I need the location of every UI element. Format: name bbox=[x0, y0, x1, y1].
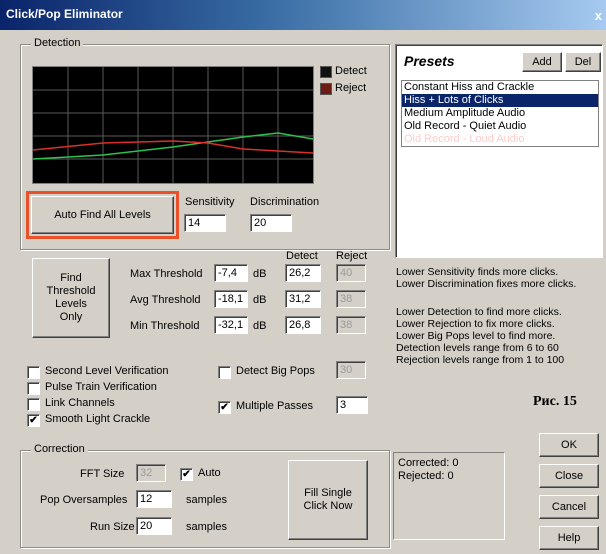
reject-legend-label: Reject bbox=[335, 82, 367, 94]
discrimination-label: Discrimination bbox=[250, 196, 320, 208]
second-level-label: Second Level Verification bbox=[45, 365, 169, 377]
pop-oversamples-input[interactable]: 12 bbox=[136, 490, 172, 508]
link-channels-label: Link Channels bbox=[45, 397, 115, 409]
detect-legend-label: Detect bbox=[335, 65, 367, 77]
add-preset-button[interactable]: Add bbox=[522, 52, 562, 72]
help-line: Lower Discrimination fixes more clicks. bbox=[396, 278, 577, 290]
close-button[interactable]: Close bbox=[539, 464, 599, 488]
sensitivity-label: Sensitivity bbox=[185, 196, 235, 208]
pulse-train-label: Pulse Train Verification bbox=[45, 381, 157, 393]
run-size-label: Run Size bbox=[90, 521, 135, 533]
help-button[interactable]: Help bbox=[539, 526, 599, 550]
min-threshold-label: Min Threshold bbox=[130, 320, 200, 332]
max-threshold-unit: dB bbox=[253, 268, 267, 280]
detection-group-label: Detection bbox=[31, 37, 84, 49]
preset-item[interactable]: Constant Hiss and Crackle bbox=[402, 81, 598, 94]
min-detect-input[interactable]: 26,8 bbox=[285, 316, 321, 334]
help-line: Rejection levels range from 1 to 100 bbox=[396, 354, 565, 366]
title-bar: Click/Pop Eliminator x bbox=[0, 0, 606, 30]
run-size-input[interactable]: 20 bbox=[136, 517, 172, 535]
help-line: Detection levels range from 6 to 60 bbox=[396, 342, 559, 354]
help-line: Lower Sensitivity finds more clicks. bbox=[396, 266, 559, 278]
find-threshold-line: Find bbox=[60, 272, 82, 284]
corrected-count: Corrected: 0 bbox=[398, 457, 459, 469]
fill-single-line: Fill Single bbox=[304, 487, 352, 499]
window-title: Click/Pop Eliminator bbox=[6, 7, 123, 21]
auto-label: Auto bbox=[198, 467, 221, 479]
reject-column-header: Reject bbox=[336, 250, 368, 262]
cancel-button[interactable]: Cancel bbox=[539, 495, 599, 519]
max-detect-input[interactable]: 26,2 bbox=[285, 264, 321, 282]
preset-item[interactable]: Old Record - Quiet Audio bbox=[402, 120, 598, 133]
fill-single-click-now-button[interactable]: Fill Single Click Now bbox=[288, 460, 368, 540]
avg-detect-input[interactable]: 31,2 bbox=[285, 290, 321, 308]
max-threshold-label: Max Threshold bbox=[130, 268, 203, 280]
pop-oversamples-unit: samples bbox=[186, 494, 227, 506]
find-threshold-line: Levels bbox=[55, 298, 87, 310]
correction-group-label: Correction bbox=[31, 443, 88, 455]
second-level-checkbox[interactable] bbox=[27, 366, 40, 379]
smooth-light-crackle-checkbox[interactable]: ✔ bbox=[27, 414, 40, 427]
highlight-box bbox=[26, 191, 179, 239]
preset-item-selected[interactable]: Hiss + Lots of Clicks bbox=[402, 94, 598, 107]
smooth-light-crackle-label: Smooth Light Crackle bbox=[45, 413, 151, 425]
preset-item[interactable]: Medium Amplitude Audio bbox=[402, 107, 598, 120]
discrimination-input[interactable]: 20 bbox=[250, 214, 292, 232]
preset-item[interactable]: Old Record - Loud Audio bbox=[402, 133, 598, 146]
help-text-sensitivity: Lower Sensitivity finds more clicks. Low… bbox=[396, 266, 576, 290]
ok-button[interactable]: OK bbox=[539, 433, 599, 457]
help-line: Lower Detection to find more clicks. bbox=[396, 306, 562, 318]
big-pops-input[interactable]: 30 bbox=[336, 361, 366, 379]
max-threshold-input[interactable]: -7,4 bbox=[214, 264, 248, 282]
presets-list: Constant Hiss and Crackle Hiss + Lots of… bbox=[401, 80, 599, 147]
help-line: Lower Rejection to fix more clicks. bbox=[396, 318, 555, 330]
avg-reject-input[interactable]: 38 bbox=[336, 290, 366, 308]
presets-panel: Presets Add Del Constant Hiss and Crackl… bbox=[395, 44, 603, 258]
click-pop-eliminator-window: Click/Pop Eliminator x Detection Detect … bbox=[0, 0, 606, 554]
delete-preset-button[interactable]: Del bbox=[565, 52, 601, 72]
min-threshold-input[interactable]: -32,1 bbox=[214, 316, 248, 334]
multiple-passes-checkbox[interactable]: ✔ bbox=[218, 401, 231, 414]
help-line: Lower Big Pops level to find more. bbox=[396, 330, 556, 342]
avg-threshold-label: Avg Threshold bbox=[130, 294, 201, 306]
min-reject-input[interactable]: 38 bbox=[336, 316, 366, 334]
close-icon[interactable]: x bbox=[595, 8, 602, 23]
help-text-detection: Lower Detection to find more clicks. Low… bbox=[396, 306, 564, 366]
max-reject-input[interactable]: 40 bbox=[336, 264, 366, 282]
detection-graph-svg bbox=[32, 67, 314, 183]
detect-legend-swatch bbox=[320, 66, 332, 78]
pulse-train-checkbox[interactable] bbox=[27, 382, 40, 395]
detect-big-pops-label: Detect Big Pops bbox=[236, 365, 315, 377]
find-threshold-line: Only bbox=[59, 311, 83, 323]
rejected-count: Rejected: 0 bbox=[398, 470, 454, 482]
fft-size-input[interactable]: 32 bbox=[136, 464, 166, 482]
auto-checkbox[interactable]: ✔ bbox=[180, 468, 193, 481]
reject-legend-swatch bbox=[320, 83, 332, 95]
link-channels-checkbox[interactable] bbox=[27, 398, 40, 411]
fft-size-label: FFT Size bbox=[80, 468, 125, 480]
find-threshold-levels-only-button[interactable]: Find Threshold Levels Only bbox=[32, 258, 110, 338]
fill-single-line: Click Now bbox=[303, 500, 353, 512]
multiple-passes-label: Multiple Passes bbox=[236, 400, 314, 412]
min-threshold-unit: dB bbox=[253, 320, 267, 332]
sensitivity-input[interactable]: 14 bbox=[184, 214, 226, 232]
avg-threshold-unit: dB bbox=[253, 294, 267, 306]
detection-graph bbox=[32, 66, 314, 184]
presets-title: Presets bbox=[404, 53, 455, 69]
status-panel: Corrected: 0 Rejected: 0 bbox=[393, 452, 505, 540]
avg-threshold-input[interactable]: -18,1 bbox=[214, 290, 248, 308]
detect-big-pops-checkbox[interactable] bbox=[218, 366, 231, 379]
detect-column-header: Detect bbox=[286, 250, 318, 262]
pop-oversamples-label: Pop Oversamples bbox=[40, 494, 128, 506]
passes-input[interactable]: 3 bbox=[336, 396, 368, 414]
find-threshold-line: Threshold bbox=[46, 285, 96, 297]
run-size-unit: samples bbox=[186, 521, 227, 533]
figure-caption: Рис. 15 bbox=[533, 394, 577, 410]
